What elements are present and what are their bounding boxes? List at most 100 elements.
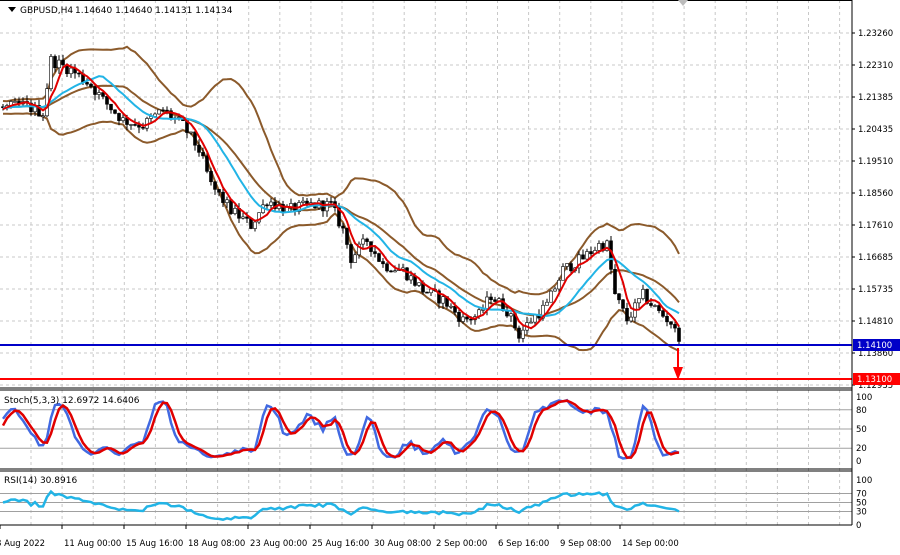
dropdown-triangle-icon[interactable]: [8, 7, 16, 12]
candle-body: [53, 56, 57, 69]
rsi-title: RSI(14) 30.8916: [4, 476, 77, 486]
candle-body: [161, 109, 165, 112]
candle-body: [545, 301, 549, 306]
candle-body: [93, 86, 97, 95]
candle-body: [77, 72, 81, 75]
candle-body: [521, 329, 525, 339]
candle-body: [485, 296, 489, 310]
candle-body: [233, 208, 237, 214]
price-axis-label: 1.18560: [858, 189, 893, 199]
stoch-title: Stoch(5,3,3) 12.6972 14.6406: [4, 396, 140, 406]
candle-body: [85, 82, 89, 85]
candle-body: [133, 124, 137, 126]
price-axis-label: 1.19510: [858, 157, 893, 167]
candle-body: [425, 291, 429, 294]
candle-body: [529, 321, 533, 324]
candle-body: [533, 314, 537, 323]
candle-body: [613, 269, 617, 295]
candle-body: [69, 67, 73, 75]
candle-body: [221, 191, 225, 203]
axes: 1.23260 1.22310 1.21385 1.20435 1.19510 1.185…: [0, 0, 900, 549]
candle-body: [349, 244, 353, 263]
candle-body: [213, 181, 217, 190]
candle-body: [353, 254, 357, 263]
stoch-axis-label: 0: [856, 457, 861, 467]
candle-body: [441, 296, 445, 304]
chart-shift-marker-icon[interactable]: [678, 0, 688, 6]
stoch-axis-label: 50: [856, 425, 867, 435]
candle-body: [557, 279, 561, 290]
bollinger-lower-line: [2, 112, 680, 352]
candle-body: [637, 298, 641, 304]
time-axis-label: 30 Aug 08:00: [374, 539, 431, 549]
candle-body: [97, 92, 101, 95]
candle-body: [517, 327, 521, 339]
time-axis-label: 2 Sep 00:00: [436, 539, 487, 549]
candle-body: [589, 251, 593, 255]
candle-body: [361, 238, 365, 245]
candle-body: [553, 288, 557, 292]
candle-body: [457, 311, 461, 322]
candle-body: [393, 270, 397, 273]
candle-body: [669, 321, 673, 325]
candle-body: [373, 251, 377, 254]
time-axis-label: 23 Aug 00:00: [250, 539, 307, 549]
candle-body: [341, 225, 345, 229]
candle-body: [193, 131, 197, 146]
bollinger-middle-line: [2, 84, 680, 317]
candle-body: [253, 221, 257, 229]
candle-body: [597, 243, 601, 251]
candle-body: [121, 117, 125, 121]
price-axis-label: 1.16685: [858, 253, 893, 263]
time-axis-label: 15 Aug 16:00: [126, 539, 183, 549]
candle-body: [225, 199, 229, 203]
price-axis-label: 1.23260: [858, 29, 893, 39]
candle-body: [381, 261, 385, 265]
time-axis-label: 18 Aug 08:00: [188, 539, 245, 549]
stoch-axis-label: 80: [856, 406, 867, 416]
candle-body: [241, 216, 245, 219]
candle-body: [57, 59, 61, 69]
candle-body: [585, 251, 589, 260]
candle-body: [89, 83, 93, 87]
time-axis-label: 8 Aug 2022: [0, 539, 45, 549]
candle-body: [629, 316, 633, 322]
price-axis-label: 1.14810: [858, 317, 893, 327]
trading-chart[interactable]: 1.23260 1.22310 1.21385 1.20435 1.19510 1.185…: [0, 0, 900, 555]
time-axis-label: 25 Aug 16:00: [312, 539, 369, 549]
stoch-axis-label: 20: [856, 444, 867, 454]
candle-body: [197, 144, 201, 153]
price-axis-label: 1.17610: [858, 221, 893, 231]
candle-body: [569, 263, 573, 272]
candle-body: [405, 267, 409, 281]
rsi-axis-label: 0: [856, 521, 861, 531]
candle-body: [345, 227, 349, 245]
candle-body: [265, 204, 269, 207]
candle-body: [13, 101, 17, 103]
candle-body: [41, 115, 45, 118]
price-levels: [0, 344, 852, 380]
candle-body: [489, 296, 493, 301]
candle-body: [409, 275, 413, 281]
candle-body: [165, 109, 169, 112]
candle-body: [113, 109, 117, 114]
price-axis-label: 1.21385: [858, 93, 893, 103]
candle-body: [209, 171, 213, 183]
support-price-label: 1.14100: [857, 341, 892, 351]
candle-body: [417, 282, 421, 286]
candle-body: [677, 327, 681, 342]
candle-body: [465, 316, 469, 320]
time-axis-label: 14 Sep 00:00: [622, 539, 679, 549]
indicators: [0, 398, 852, 521]
candle-body: [665, 315, 669, 323]
target-price-label: 1.13100: [857, 375, 892, 385]
candle-body: [625, 308, 629, 322]
candle-body: [129, 124, 133, 126]
price-axis-label: 1.20435: [858, 125, 893, 135]
candle-body: [157, 109, 161, 115]
candle-body: [581, 254, 585, 260]
candle-body: [269, 201, 273, 206]
candle-body: [493, 299, 497, 302]
candle-body: [661, 310, 665, 317]
candle-body: [641, 289, 645, 299]
